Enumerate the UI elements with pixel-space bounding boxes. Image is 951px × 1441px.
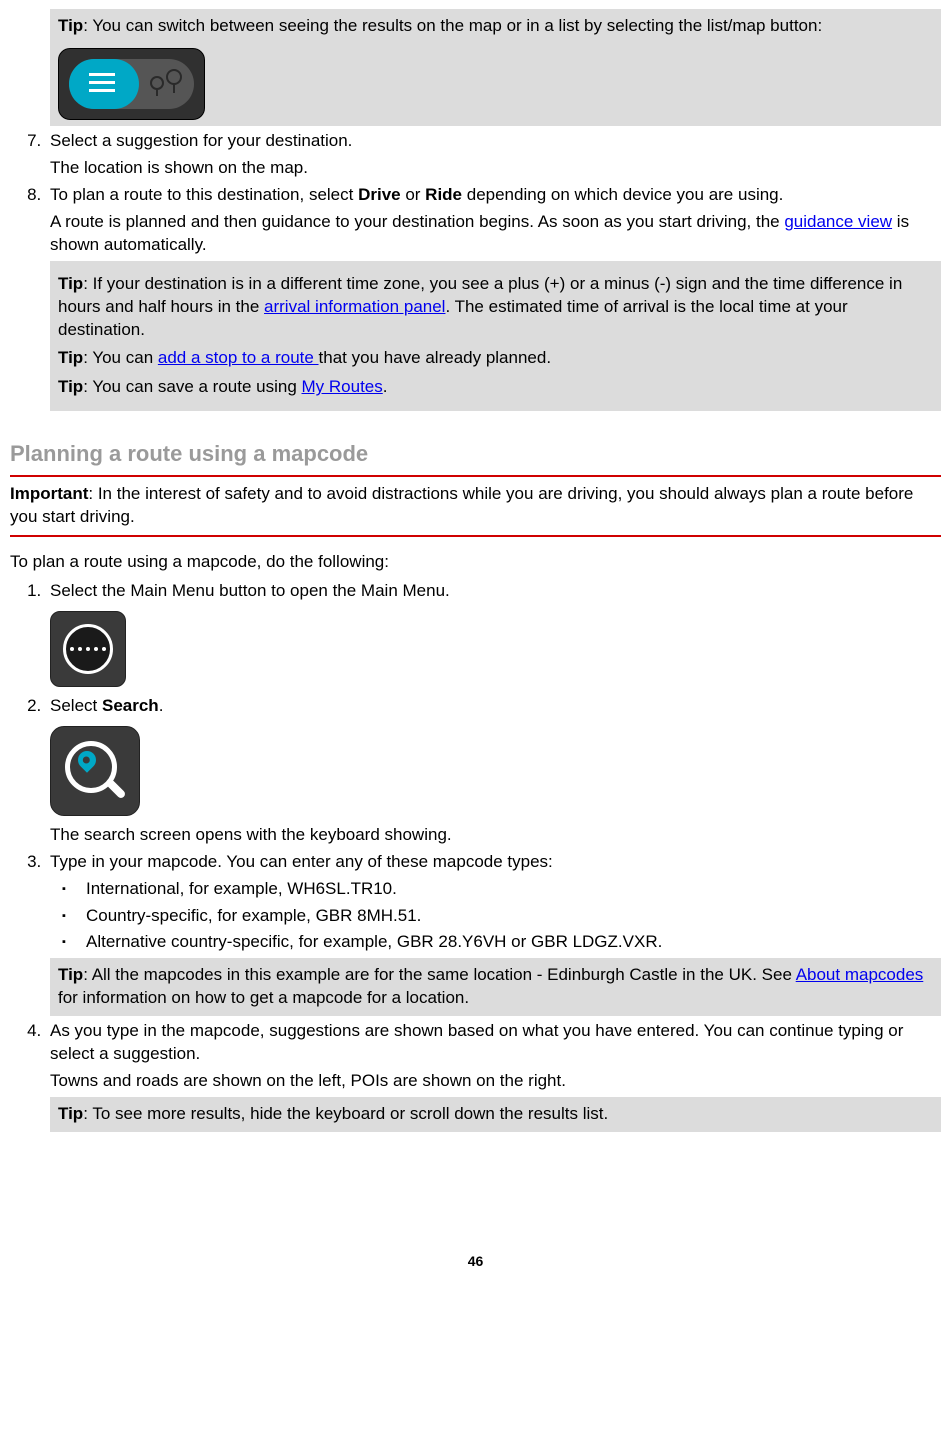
- tip-label: Tip: [58, 965, 83, 984]
- intro-text: To plan a route using a mapcode, do the …: [10, 551, 941, 574]
- important-text: : In the interest of safety and to avoid…: [10, 484, 913, 526]
- steps-list-continued: Select a suggestion for your destination…: [10, 130, 941, 411]
- mapcode-step-2: Select Search. The search screen opens w…: [46, 695, 941, 847]
- tip-label: Tip: [58, 16, 83, 35]
- about-mapcodes-link[interactable]: About mapcodes: [796, 965, 924, 984]
- important-label: Important: [10, 484, 88, 503]
- mapcode-step-2-after: The search screen opens with the keyboar…: [50, 824, 941, 847]
- mapcode-step-4-text-a: As you type in the mapcode, suggestions …: [50, 1020, 941, 1066]
- tip-text: : You can switch between seeing the resu…: [83, 16, 822, 35]
- tip-label: Tip: [58, 377, 83, 396]
- mapcode-types-list: International, for example, WH6SL.TR10. …: [50, 878, 941, 955]
- step-8: To plan a route to this destination, sel…: [46, 184, 941, 412]
- section-heading: Planning a route using a mapcode: [10, 439, 941, 469]
- search-icon: [50, 726, 140, 816]
- list-map-toggle-icon: [58, 48, 205, 120]
- tip-label: Tip: [58, 1104, 83, 1123]
- mapcode-step-3: Type in your mapcode. You can enter any …: [46, 851, 941, 1017]
- important-box: Important: In the interest of safety and…: [10, 475, 941, 537]
- mapcode-type-country: Country-specific, for example, GBR 8MH.5…: [78, 905, 941, 928]
- mapcode-type-intl: International, for example, WH6SL.TR10.: [78, 878, 941, 901]
- mapcode-step-1-text: Select the Main Menu button to open the …: [50, 580, 941, 603]
- tip-box-more-results: Tip: To see more results, hide the keybo…: [50, 1097, 941, 1132]
- tip-box-timezone: Tip: If your destination is in a differe…: [50, 261, 941, 412]
- step-7-text-a: Select a suggestion for your destination…: [50, 130, 941, 153]
- guidance-view-link[interactable]: guidance view: [784, 212, 892, 231]
- tip-text: : To see more results, hide the keyboard…: [83, 1104, 608, 1123]
- my-routes-link[interactable]: My Routes: [302, 377, 383, 396]
- mapcode-step-2-text: Select Search.: [50, 695, 941, 718]
- main-menu-icon: [50, 611, 126, 687]
- mapcode-step-4: As you type in the mapcode, suggestions …: [46, 1020, 941, 1132]
- mapcode-step-3-text: Type in your mapcode. You can enter any …: [50, 851, 941, 874]
- step-7-text-b: The location is shown on the map.: [50, 157, 941, 180]
- step-8-text-a: To plan a route to this destination, sel…: [50, 184, 941, 207]
- step-7: Select a suggestion for your destination…: [46, 130, 941, 180]
- tip-label: Tip: [58, 274, 83, 293]
- mapcode-steps-list: Select the Main Menu button to open the …: [10, 580, 941, 1132]
- arrival-panel-link[interactable]: arrival information panel: [264, 297, 445, 316]
- tip-label: Tip: [58, 348, 83, 367]
- add-stop-link[interactable]: add a stop to a route: [158, 348, 319, 367]
- mapcode-type-alt: Alternative country-specific, for exampl…: [78, 931, 941, 954]
- tip-box-mapcodes: Tip: All the mapcodes in this example ar…: [50, 958, 941, 1016]
- page-number: 46: [10, 1252, 941, 1271]
- step-8-text-b: A route is planned and then guidance to …: [50, 211, 941, 257]
- mapcode-step-1: Select the Main Menu button to open the …: [46, 580, 941, 687]
- mapcode-step-4-text-b: Towns and roads are shown on the left, P…: [50, 1070, 941, 1093]
- tip-box-listmap: Tip: You can switch between seeing the r…: [50, 9, 941, 126]
